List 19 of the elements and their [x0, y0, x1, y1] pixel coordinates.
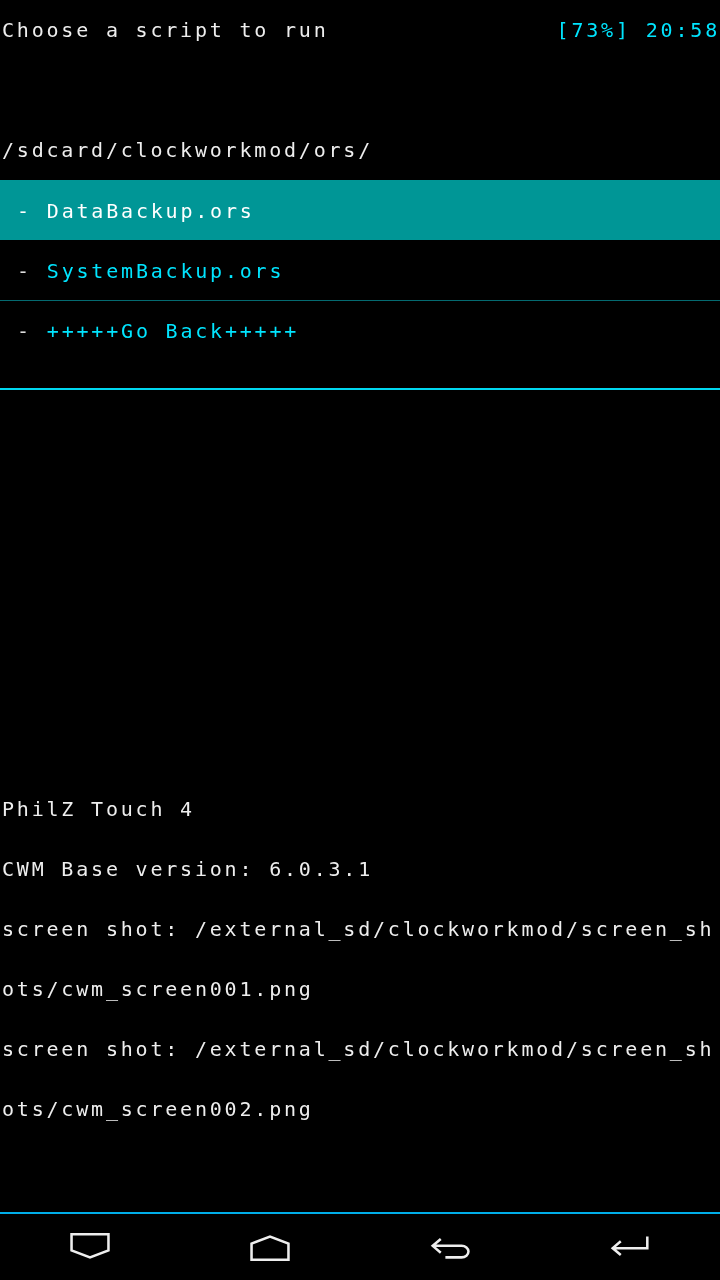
log-line: ots/cwm_screen001.png: [2, 977, 314, 1001]
menu-item[interactable]: - SystemBackup.ors: [0, 240, 720, 300]
folder-path: /sdcard/clockworkmod/ors/: [2, 138, 374, 162]
clock-time: 20:58: [645, 18, 720, 42]
item-label: SystemBackup.ors: [46, 258, 285, 283]
item-label: +++++Go Back+++++: [46, 318, 300, 343]
log-line: PhilZ Touch 4: [2, 797, 195, 821]
log-line: ots/cwm_screen002.png: [2, 1097, 314, 1121]
menu-item[interactable]: - +++++Go Back+++++: [0, 300, 720, 360]
list-marker: -: [17, 258, 32, 283]
log-line: screen shot: /external_sd/clockworkmod/screen_sh: [2, 1037, 715, 1061]
item-label: DataBackup.ors: [46, 198, 255, 223]
battery-level: [73%]: [556, 18, 631, 42]
log-line: CWM Base version: 6.0.3.1: [2, 857, 374, 881]
list-marker: -: [17, 198, 32, 223]
log-line: screen shot: /external_sd/clockworkmod/screen_sh: [2, 917, 715, 941]
list-marker: -: [17, 318, 32, 343]
menu-item[interactable]: - DataBackup.ors: [0, 180, 720, 240]
screen-title: Choose a script to run: [2, 18, 329, 42]
